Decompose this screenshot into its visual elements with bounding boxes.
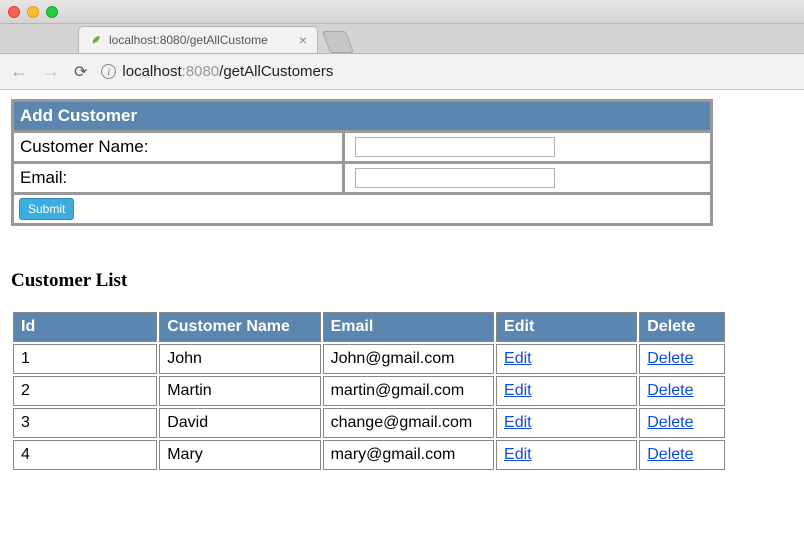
edit-link[interactable]: Edit [504,414,532,431]
browser-tab[interactable]: localhost:8080/getAllCustome × [78,26,318,53]
email-input[interactable] [355,168,555,188]
submit-button[interactable]: Submit [19,198,74,220]
email-label: Email: [13,163,343,193]
url-port: :8080 [182,63,220,80]
cell-id: 3 [13,408,157,438]
cell-delete: Delete [639,408,725,438]
back-button-icon[interactable]: ← [10,61,28,82]
edit-link[interactable]: Edit [504,350,532,367]
window-close-button[interactable] [8,6,20,18]
forward-button-icon[interactable]: → [42,61,60,82]
table-header-row: Id Customer Name Email Edit Delete [13,312,725,342]
cell-id: 1 [13,344,157,374]
cell-delete: Delete [639,440,725,470]
traffic-lights [8,6,58,18]
delete-link[interactable]: Delete [647,350,693,367]
table-row: 4Marymary@gmail.com Edit Delete [13,440,725,470]
cell-edit: Edit [496,440,637,470]
edit-link[interactable]: Edit [504,382,532,399]
cell-delete: Delete [639,376,725,406]
new-tab-button[interactable] [322,31,354,53]
col-edit: Edit [496,312,637,342]
tab-title: localhost:8080/getAllCustome [109,33,293,47]
browser-toolbar: ← → ⟳ i localhost:8080/getAllCustomers [0,54,804,90]
name-label: Customer Name: [13,132,343,162]
window-minimize-button[interactable] [27,6,39,18]
add-customer-form: Add Customer Customer Name: Email: Submi… [11,99,713,226]
url-text: localhost:8080/getAllCustomers [122,63,333,80]
tab-close-icon[interactable]: × [299,32,307,48]
cell-edit: Edit [496,408,637,438]
window-titlebar [0,0,804,24]
table-row: 2Martinmartin@gmail.com Edit Delete [13,376,725,406]
name-input[interactable] [355,137,555,157]
cell-id: 2 [13,376,157,406]
edit-link[interactable]: Edit [504,446,532,463]
customer-table: Id Customer Name Email Edit Delete 1John… [11,310,727,472]
spring-leaf-icon [89,33,103,47]
browser-window: localhost:8080/getAllCustome × ← → ⟳ i l… [0,0,804,481]
col-name: Customer Name [159,312,320,342]
col-del: Delete [639,312,725,342]
cell-email: mary@gmail.com [323,440,494,470]
cell-name: John [159,344,320,374]
col-id: Id [13,312,157,342]
site-info-icon[interactable]: i [101,64,116,79]
page-content: Add Customer Customer Name: Email: Submi… [0,90,804,481]
table-row: 3Davidchange@gmail.com Edit Delete [13,408,725,438]
cell-name: Martin [159,376,320,406]
cell-edit: Edit [496,344,637,374]
reload-button-icon[interactable]: ⟳ [74,62,87,82]
window-maximize-button[interactable] [46,6,58,18]
list-heading: Customer List [11,270,793,292]
cell-edit: Edit [496,376,637,406]
cell-email: martin@gmail.com [323,376,494,406]
col-email: Email [323,312,494,342]
cell-name: David [159,408,320,438]
cell-name: Mary [159,440,320,470]
form-header: Add Customer [13,101,711,131]
delete-link[interactable]: Delete [647,414,693,431]
url-path: /getAllCustomers [219,63,333,80]
url-host: localhost [122,63,181,80]
cell-id: 4 [13,440,157,470]
address-bar[interactable]: i localhost:8080/getAllCustomers [101,63,333,80]
delete-link[interactable]: Delete [647,382,693,399]
delete-link[interactable]: Delete [647,446,693,463]
table-row: 1JohnJohn@gmail.com Edit Delete [13,344,725,374]
cell-email: change@gmail.com [323,408,494,438]
cell-email: John@gmail.com [323,344,494,374]
cell-delete: Delete [639,344,725,374]
tab-strip: localhost:8080/getAllCustome × [0,24,804,54]
